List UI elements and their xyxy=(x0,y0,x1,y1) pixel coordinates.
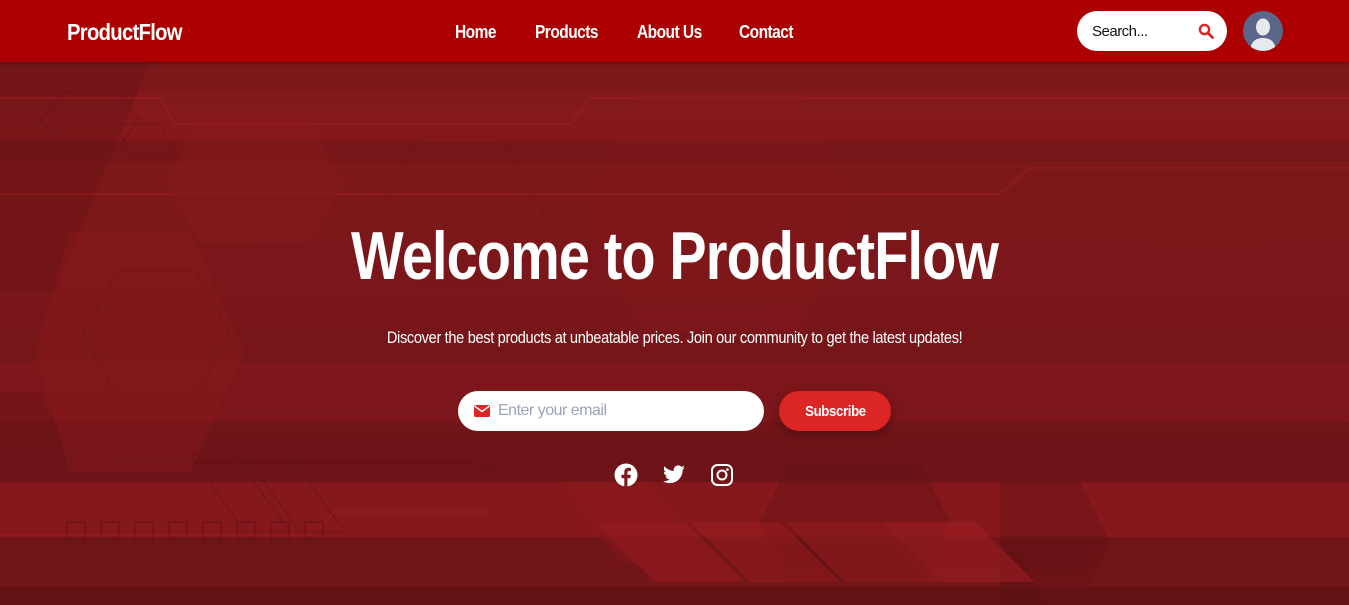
hero-title-text: Welcome to ProductFlow xyxy=(350,218,999,294)
facebook-icon xyxy=(614,463,638,487)
nav-link-products[interactable]: Products xyxy=(535,20,598,44)
hero-subtitle: Discover the best products at unbeatable… xyxy=(0,326,1349,350)
search-input[interactable] xyxy=(1092,22,1192,40)
instagram-link[interactable] xyxy=(710,463,734,487)
subscribe-label: Subscribe xyxy=(804,402,866,420)
search-box xyxy=(1077,11,1227,51)
user-avatar-icon xyxy=(1250,18,1276,51)
hero-title: Welcome to ProductFlow xyxy=(0,220,1349,292)
email-field-container xyxy=(458,391,764,431)
facebook-link[interactable] xyxy=(614,463,638,487)
navbar: ProductFlow Home Products About Us Conta… xyxy=(0,0,1349,62)
nav-link-home[interactable]: Home xyxy=(455,20,496,44)
email-input[interactable] xyxy=(498,400,748,422)
nav-link-contact[interactable]: Contact xyxy=(739,20,794,44)
brand-logo[interactable]: ProductFlow xyxy=(67,17,183,47)
hero-section: Welcome to ProductFlow Discover the best… xyxy=(0,62,1349,605)
twitter-icon xyxy=(663,465,685,484)
social-links xyxy=(614,463,744,487)
subscribe-button[interactable]: Subscribe xyxy=(779,391,891,431)
nav-link-about-us[interactable]: About Us xyxy=(637,20,702,44)
search-icon[interactable] xyxy=(1198,23,1214,39)
envelope-icon xyxy=(474,405,490,417)
twitter-link[interactable] xyxy=(662,463,686,487)
user-avatar[interactable] xyxy=(1243,11,1283,51)
instagram-icon xyxy=(711,464,733,486)
hero-subtitle-text: Discover the best products at unbeatable… xyxy=(386,328,963,347)
